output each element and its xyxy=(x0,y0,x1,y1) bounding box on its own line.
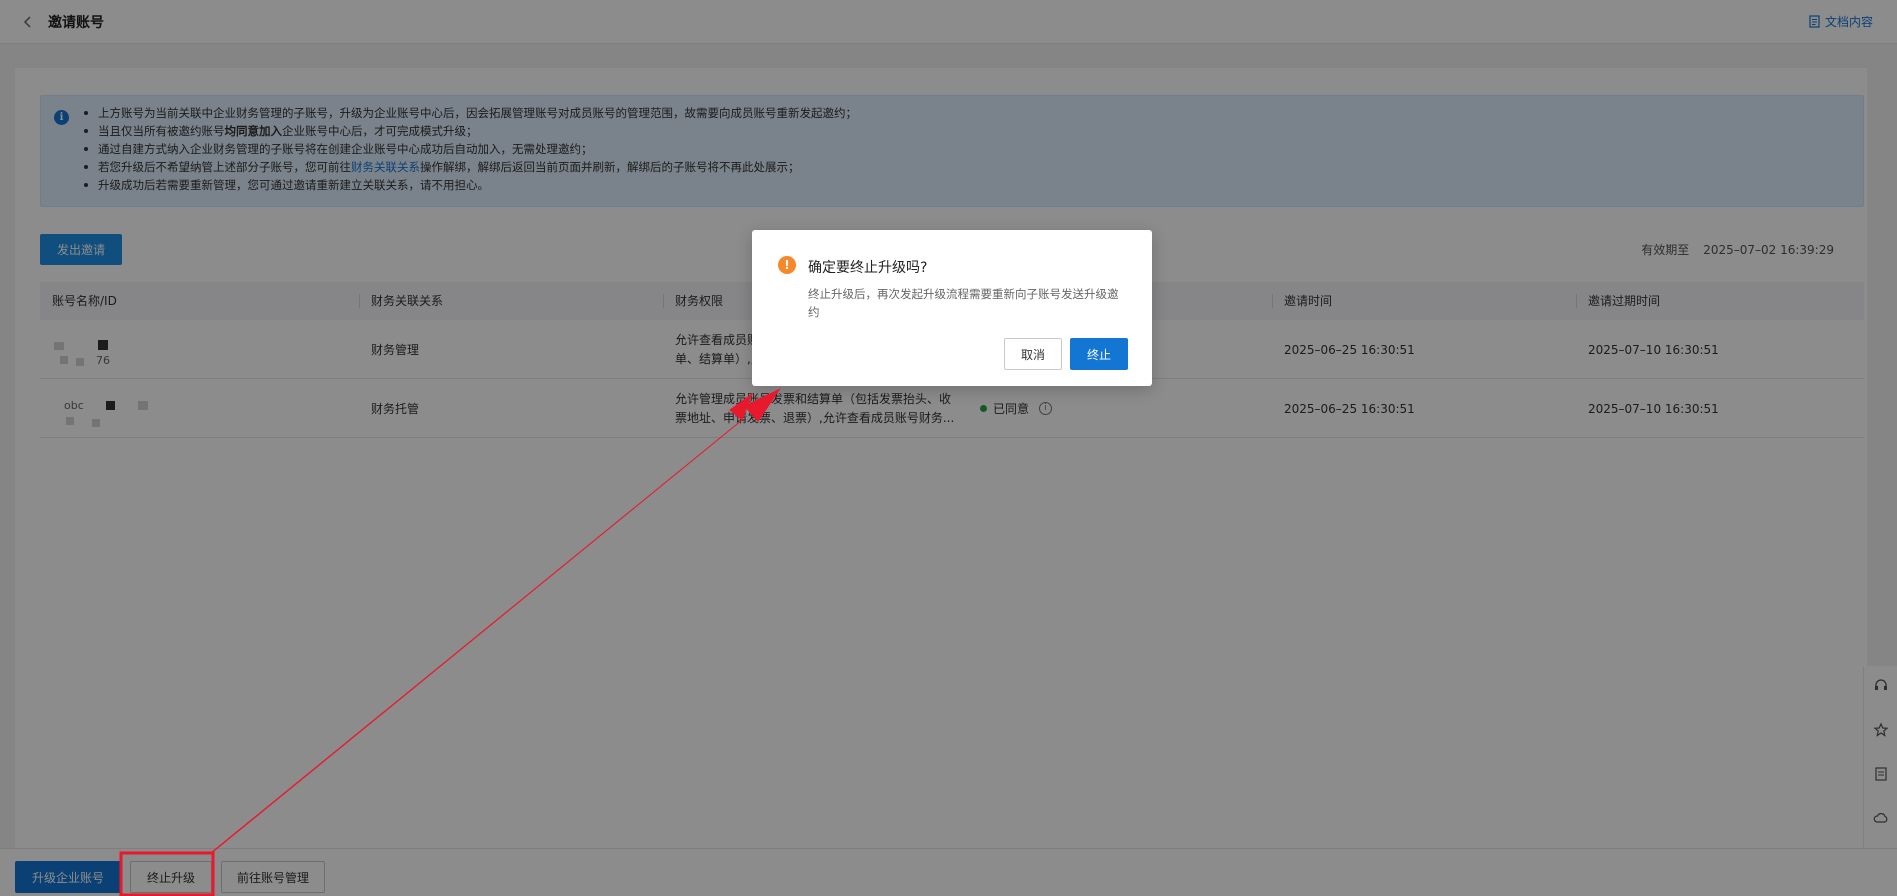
confirm-terminate-button[interactable]: 终止 xyxy=(1070,338,1128,370)
modal-mask[interactable] xyxy=(0,0,1897,896)
dialog-title: 确定要终止升级吗? xyxy=(808,260,928,276)
cancel-button[interactable]: 取消 xyxy=(1004,338,1062,370)
dialog-body: 终止升级后，再次发起升级流程需要重新向子账号发送升级邀约 xyxy=(808,287,1119,319)
warning-icon: ! xyxy=(778,256,796,274)
confirm-dialog: ! 确定要终止升级吗? 终止升级后，再次发起升级流程需要重新向子账号发送升级邀约… xyxy=(752,230,1152,386)
